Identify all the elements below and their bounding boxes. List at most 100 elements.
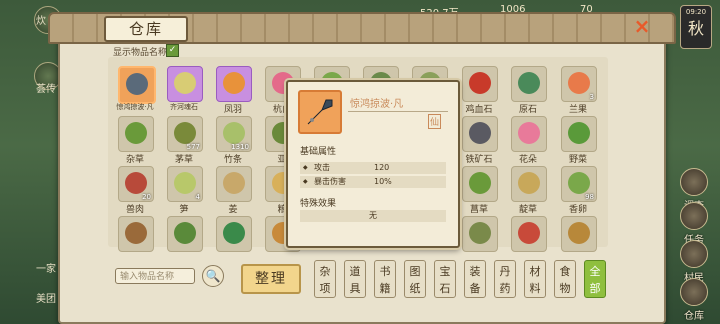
item-icon	[174, 122, 196, 144]
item-name: 原石	[518, 105, 537, 115]
category-tab[interactable]: 图纸	[404, 260, 426, 298]
warehouse-button[interactable]: 仓库	[678, 278, 710, 322]
item-slot[interactable]	[511, 166, 547, 202]
item-count: 577	[186, 143, 200, 151]
item-slot[interactable]	[511, 216, 547, 252]
item-name: 野菜	[568, 155, 587, 165]
basic-attributes-heading: 基础属性	[300, 147, 337, 157]
item-slot[interactable]	[561, 216, 597, 252]
item-count: 4	[195, 193, 200, 201]
item-slot[interactable]	[561, 116, 597, 152]
item-slot[interactable]	[118, 116, 154, 152]
item-slot[interactable]: 577	[167, 116, 203, 152]
item-count: 98	[585, 193, 594, 201]
item-name: 杂草	[125, 155, 144, 165]
item-name: 笋	[179, 205, 189, 215]
item-icon	[125, 222, 147, 244]
item-name: 惊鸿掠波·凡	[116, 103, 154, 111]
immortal-seal: 仙	[428, 114, 442, 129]
item-icon	[518, 172, 540, 194]
item-icon	[568, 172, 590, 194]
tooltip-divider	[348, 111, 448, 112]
item-slot[interactable]	[462, 216, 498, 252]
item-icon	[223, 172, 245, 194]
item-slot[interactable]	[462, 66, 498, 102]
item-icon	[223, 122, 245, 144]
category-tab[interactable]: 材料	[524, 260, 546, 298]
item-slot[interactable]	[216, 216, 252, 252]
item-name: 鸡血石	[465, 105, 493, 115]
category-tab[interactable]: 丹药	[494, 260, 516, 298]
category-tab[interactable]: 宝石	[434, 260, 456, 298]
item-icon	[568, 122, 590, 144]
item-name: 兰果	[568, 105, 587, 115]
item-slot[interactable]	[462, 116, 498, 152]
item-slot[interactable]	[167, 66, 203, 102]
item-name: 靛草	[518, 205, 537, 215]
item-icon	[125, 122, 147, 144]
warehouse-icon	[680, 278, 708, 306]
category-tab[interactable]: 装备	[464, 260, 486, 298]
item-slot[interactable]: 20	[118, 166, 154, 202]
search-icon[interactable]: 🔍	[202, 265, 224, 287]
item-slot[interactable]	[511, 66, 547, 102]
warehouse-label: 仓库	[684, 311, 704, 322]
item-name: 凤羽	[223, 105, 242, 115]
item-name: 铁矿石	[465, 155, 493, 165]
category-tab[interactable]: 食物	[554, 260, 576, 298]
dart-icon	[298, 90, 342, 134]
villager-icon	[680, 240, 708, 268]
item-name: 竹条	[223, 155, 242, 165]
item-slot[interactable]: 1310	[216, 116, 252, 152]
item-slot[interactable]	[511, 116, 547, 152]
survey-icon	[680, 168, 708, 196]
season-name: 秋	[687, 19, 704, 38]
item-slot[interactable]	[118, 66, 156, 104]
category-tab[interactable]: 全部	[584, 260, 606, 298]
item-count: 1310	[231, 143, 249, 151]
season-clock[interactable]: 09:20 秋	[680, 5, 712, 49]
item-slot[interactable]	[216, 166, 252, 202]
item-slot[interactable]	[462, 166, 498, 202]
item-icon	[469, 72, 491, 94]
item-icon	[223, 72, 245, 94]
stat-row-attack: ◆ 攻击 120	[300, 162, 446, 174]
left-label-1: 炊	[36, 16, 46, 27]
show-names-checkbox[interactable]: ✓	[166, 44, 179, 57]
item-slot[interactable]	[167, 216, 203, 252]
item-icon	[518, 122, 540, 144]
special-effect-value: 无	[300, 210, 446, 222]
item-name: 花朵	[518, 155, 537, 165]
search-input[interactable]: 输入物品名称	[115, 268, 195, 284]
item-slot[interactable]: 4	[167, 166, 203, 202]
category-tab[interactable]: 杂项	[314, 260, 336, 298]
special-effect-heading: 特殊效果	[300, 199, 337, 209]
item-slot[interactable]	[216, 66, 252, 102]
item-name: 香卵	[568, 205, 587, 215]
item-count: 20	[142, 193, 151, 201]
item-slot[interactable]	[118, 216, 154, 252]
item-icon	[174, 172, 196, 194]
item-icon	[469, 122, 491, 144]
item-name: 菖草	[469, 205, 488, 215]
stat-value: 10%	[374, 177, 392, 186]
item-tooltip: 惊鸿掠波·凡 仙 基础属性 ◆ 攻击 120 ◆ 暴击伤害 10% 特殊效果 无	[286, 80, 460, 248]
item-icon	[469, 222, 491, 244]
item-icon	[126, 73, 148, 95]
item-name: 茅草	[174, 155, 193, 165]
sort-button[interactable]: 整理	[241, 264, 301, 294]
item-slot[interactable]: 3	[561, 66, 597, 102]
page-title: 仓库	[104, 16, 188, 42]
item-icon	[174, 72, 196, 94]
item-name: 兽肉	[125, 205, 144, 215]
item-icon	[518, 222, 540, 244]
left-label-3: 一家	[36, 264, 56, 275]
category-tab[interactable]: 道具	[344, 260, 366, 298]
item-slot[interactable]: 98	[561, 166, 597, 202]
item-icon	[518, 72, 540, 94]
close-button[interactable]: ×	[632, 16, 652, 36]
left-label-2: 荟传	[36, 84, 56, 95]
item-count: 3	[589, 93, 594, 101]
category-tab[interactable]: 书籍	[374, 260, 396, 298]
item-icon	[125, 172, 147, 194]
